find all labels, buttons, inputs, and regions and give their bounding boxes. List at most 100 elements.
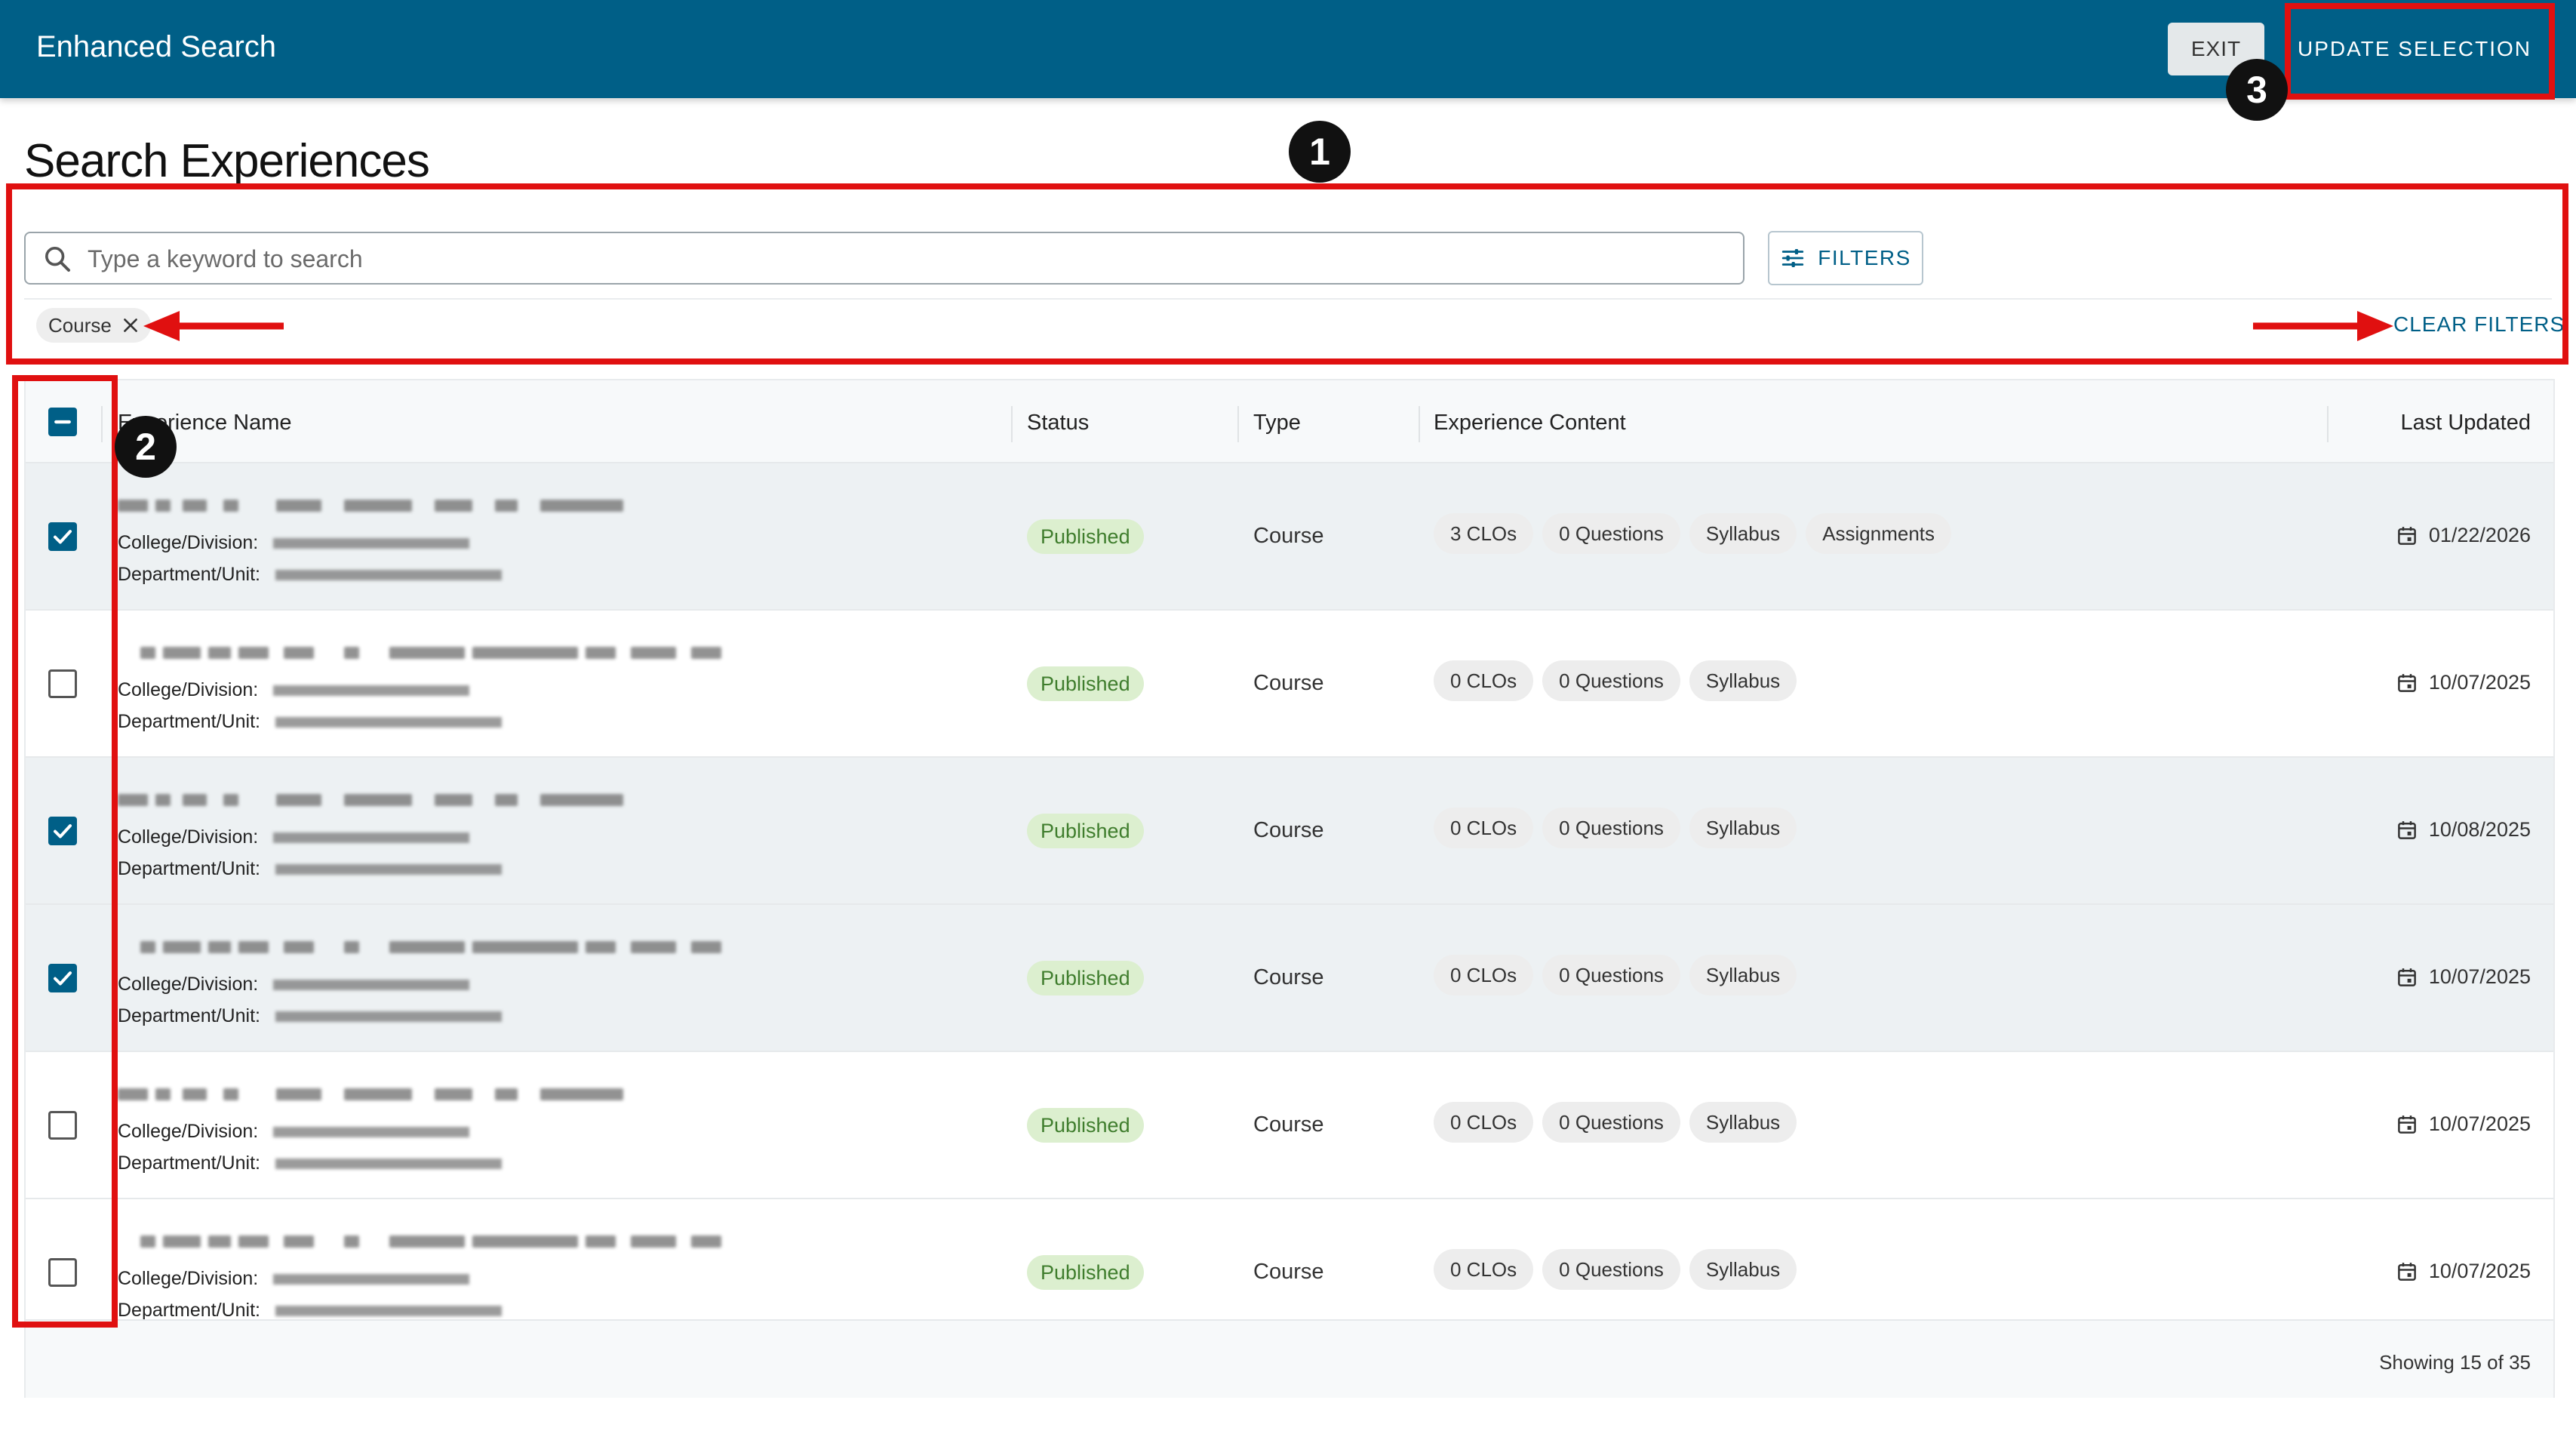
redacted-text xyxy=(495,794,518,806)
row-checkbox[interactable] xyxy=(48,1258,77,1287)
redacted-text xyxy=(691,941,721,953)
redacted-text xyxy=(631,647,676,659)
redacted-text xyxy=(276,794,321,806)
department-unit-line: Department/Unit: xyxy=(118,1005,502,1027)
check-icon xyxy=(54,824,72,839)
update-selection-button[interactable]: UPDATE SELECTION xyxy=(2294,23,2535,75)
redacted-text xyxy=(273,832,470,844)
row-checkbox[interactable] xyxy=(48,817,77,845)
annotation-arrow-right xyxy=(2253,311,2393,341)
column-header-content[interactable]: Experience Content xyxy=(1434,411,1626,435)
last-updated-date: 10/07/2025 xyxy=(2428,1112,2531,1135)
content-pill: 0 CLOs xyxy=(1434,1102,1534,1143)
annotation-badge-1: 1 xyxy=(1289,121,1351,183)
row-checkbox[interactable] xyxy=(48,1111,77,1140)
redacted-text xyxy=(238,647,269,659)
content-pill: 0 CLOs xyxy=(1434,808,1534,848)
redacted-text xyxy=(275,1011,502,1023)
column-header-type[interactable]: Type xyxy=(1253,411,1301,435)
department-unit-line: Department/Unit: xyxy=(118,564,502,586)
table-row[interactable]: College/Division: Department/Unit: Publish… xyxy=(26,463,2553,611)
status-badge: Published xyxy=(1027,1255,1144,1290)
type-cell: Course xyxy=(1253,1112,1324,1137)
row-checkbox[interactable] xyxy=(48,964,77,992)
column-header-status[interactable]: Status xyxy=(1027,411,1089,435)
table-header: Experience Name Status Type Experience C… xyxy=(26,380,2553,463)
annotation-badge-2: 2 xyxy=(115,416,177,478)
clear-filters-button[interactable]: CLEAR FILTERS xyxy=(2393,312,2565,337)
content-pill: 0 CLOs xyxy=(1434,955,1534,995)
table-row[interactable]: College/Division: Department/Unit: Publish… xyxy=(26,1052,2553,1199)
redacted-text xyxy=(275,1159,502,1170)
table-row[interactable]: College/Division: Department/Unit: Publish… xyxy=(26,905,2553,1052)
select-all-checkbox[interactable] xyxy=(48,408,77,436)
experience-name-redacted[interactable] xyxy=(118,641,736,666)
experience-name-redacted[interactable] xyxy=(118,1082,736,1108)
redacted-text xyxy=(472,1235,578,1248)
last-updated-cell: 10/07/2025 xyxy=(2396,671,2531,694)
app-title: Enhanced Search xyxy=(36,30,277,63)
content-pill: 3 CLOs xyxy=(1434,513,1534,554)
redacted-text xyxy=(238,941,269,953)
redacted-text xyxy=(586,941,616,953)
department-label: Department/Unit: xyxy=(118,1300,260,1321)
table-row[interactable]: College/Division: Department/Unit: Publish… xyxy=(26,611,2553,758)
redacted-text xyxy=(275,1306,502,1317)
row-checkbox[interactable] xyxy=(48,669,77,698)
column-header-updated[interactable]: Last Updated xyxy=(2400,411,2531,435)
search-box[interactable] xyxy=(24,232,1744,285)
redacted-text xyxy=(472,647,578,659)
redacted-text xyxy=(435,794,472,806)
college-division-line: College/Division: xyxy=(118,826,470,848)
redacted-text xyxy=(472,941,578,953)
minus-icon xyxy=(54,420,71,424)
redacted-text xyxy=(163,647,201,659)
last-updated-cell: 01/22/2026 xyxy=(2396,524,2531,547)
experience-name-redacted[interactable] xyxy=(118,788,736,814)
column-separator xyxy=(2327,406,2329,442)
experience-name-redacted[interactable] xyxy=(118,494,736,519)
redacted-text xyxy=(183,500,207,512)
content-pill: 0 Questions xyxy=(1542,1102,1680,1143)
last-updated-date: 10/08/2025 xyxy=(2428,818,2531,841)
experience-name-redacted[interactable] xyxy=(118,935,736,961)
redacted-text xyxy=(691,1235,721,1248)
row-checkbox[interactable] xyxy=(48,522,77,551)
filter-chip-label: Course xyxy=(48,313,112,337)
department-label: Department/Unit: xyxy=(118,1005,260,1026)
divider xyxy=(24,298,2552,300)
check-icon xyxy=(54,971,72,986)
college-label: College/Division: xyxy=(118,974,259,995)
filters-button[interactable]: FILTERS xyxy=(1768,231,1923,285)
content-pill: 0 Questions xyxy=(1542,1249,1680,1290)
redacted-text xyxy=(631,941,676,953)
table-row[interactable]: College/Division: Department/Unit: Publish… xyxy=(26,758,2553,905)
redacted-text xyxy=(208,647,231,659)
last-updated-cell: 10/07/2025 xyxy=(2396,1260,2531,1283)
content-pill: Syllabus xyxy=(1689,660,1797,701)
content-pill: 0 CLOs xyxy=(1434,660,1534,701)
redacted-text xyxy=(275,717,502,728)
redacted-text xyxy=(344,647,359,659)
column-separator xyxy=(1237,406,1239,442)
redacted-text xyxy=(273,1274,470,1285)
search-input[interactable] xyxy=(88,239,1725,278)
close-icon[interactable] xyxy=(121,315,140,335)
last-updated-date: 10/07/2025 xyxy=(2428,965,2531,988)
type-cell: Course xyxy=(1253,1260,1324,1284)
redacted-text xyxy=(118,794,148,806)
last-updated-date: 01/22/2026 xyxy=(2428,524,2531,546)
college-label: College/Division: xyxy=(118,532,259,553)
redacted-text xyxy=(540,794,623,806)
redacted-text xyxy=(273,685,470,697)
annotation-badge-3: 3 xyxy=(2226,59,2288,121)
calendar-icon xyxy=(2397,820,2416,839)
redacted-text xyxy=(208,1235,231,1248)
experience-name-redacted[interactable] xyxy=(118,1229,736,1255)
redacted-text xyxy=(344,794,412,806)
content-pill: 0 Questions xyxy=(1542,660,1680,701)
redacted-text xyxy=(223,1088,238,1100)
content-pill: Syllabus xyxy=(1689,808,1797,848)
calendar-icon xyxy=(2397,526,2416,545)
experience-content-pills: 0 CLOs 0 Questions Syllabus xyxy=(1434,955,1797,995)
